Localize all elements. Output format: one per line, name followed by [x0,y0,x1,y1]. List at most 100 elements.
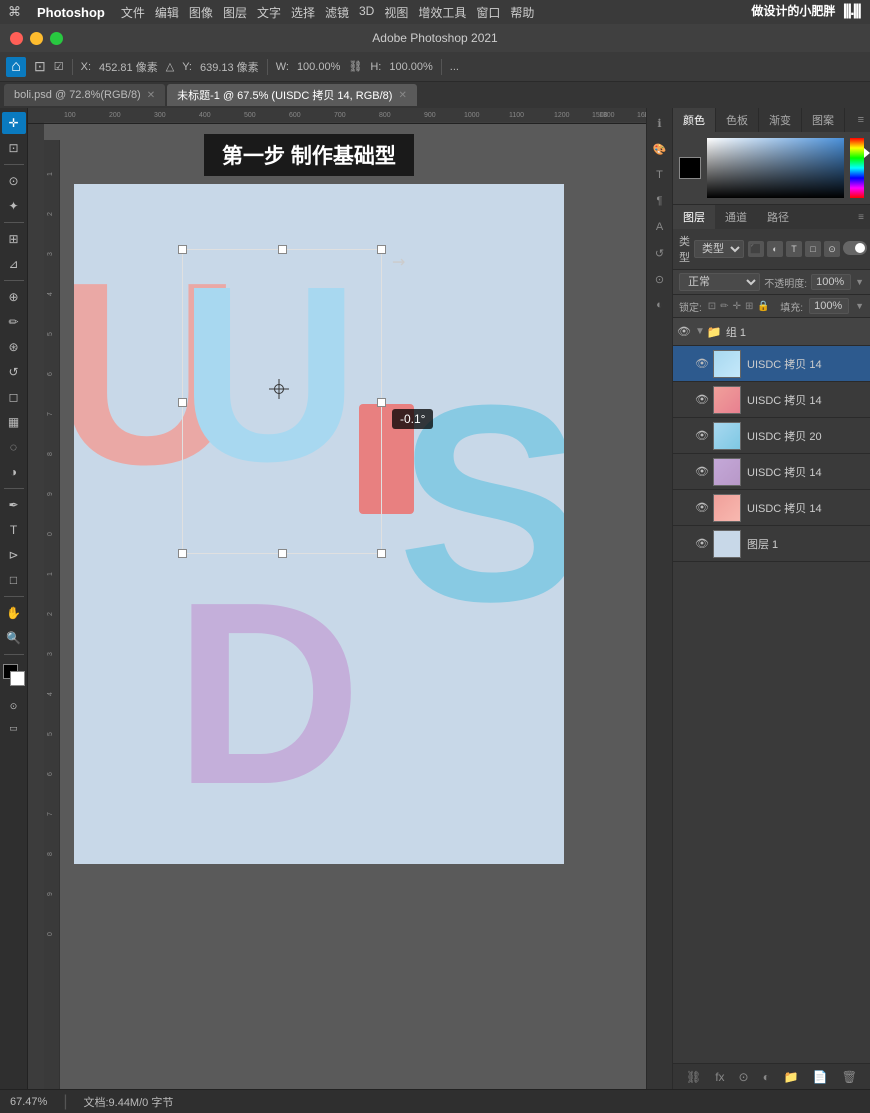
gradient-tool[interactable]: ▦ [2,411,26,433]
menu-image[interactable]: 图像 [189,4,213,21]
hand-tool[interactable]: ✋ [2,602,26,624]
blend-mode-select[interactable]: 正常 [679,273,760,291]
properties-icon[interactable]: ⊙ [649,268,671,290]
active-color-swatch[interactable] [679,157,701,179]
hue-strip[interactable] [850,138,864,198]
tab-paths[interactable]: 路径 [757,205,799,229]
menu-help[interactable]: 帮助 [510,4,534,21]
filter-toggle[interactable] [843,241,867,255]
layer-group-1[interactable]: 👁 ▼ 📁 组 1 [673,318,870,346]
menu-window[interactable]: 窗口 [476,4,500,21]
tab-untitled[interactable]: 未标题-1 @ 67.5% (UISDC 拷贝 14, RGB/8) ✕ [167,84,417,106]
history-icon[interactable]: ↺ [649,242,671,264]
eraser-tool[interactable]: ◻ [2,386,26,408]
kind-select[interactable]: 类型 [694,240,744,258]
w-value[interactable]: 100.00% [297,61,340,73]
link-layers-btn[interactable]: ⛓ [686,1070,701,1084]
tab-color[interactable]: 颜色 [673,108,716,132]
tab-untitled-close[interactable]: ✕ [398,90,406,101]
layer-4-visibility[interactable]: 👁 [695,501,709,514]
adjustments-icon[interactable]: ◐ [649,294,671,316]
menu-view[interactable]: 视图 [384,4,408,21]
layer-2-visibility[interactable]: 👁 [695,429,709,442]
tab-channels[interactable]: 通道 [715,205,757,229]
zoom-tool[interactable]: 🔍 [2,627,26,649]
tab-gradients[interactable]: 渐变 [759,108,802,132]
minimize-button[interactable] [30,32,43,45]
brush-tool[interactable]: ✏ [2,311,26,333]
document-canvas[interactable]: U S D U [74,184,564,864]
dodge-tool[interactable]: ◑ [2,461,26,483]
type-icon[interactable]: T [649,164,671,186]
eyedropper-tool[interactable]: ⊿ [2,253,26,275]
path-selection-tool[interactable]: ⊳ [2,544,26,566]
layer-5-visibility[interactable]: 👁 [695,537,709,550]
background-color[interactable] [10,671,25,686]
filter-shape-icon[interactable]: □ [805,241,821,257]
menu-layer[interactable]: 图层 [223,4,247,21]
color-gradient-box[interactable] [707,138,844,198]
magic-wand-tool[interactable]: ✦ [2,195,26,217]
filter-pixel-icon[interactable]: ⬛ [748,241,764,257]
color-settings-icon[interactable]: 🎨 [649,138,671,160]
screen-mode-btn[interactable]: ▭ [2,717,26,739]
menu-filter[interactable]: 滤镜 [325,4,349,21]
menu-edit[interactable]: 编辑 [155,4,179,21]
layer-1-visibility[interactable]: 👁 [695,393,709,406]
color-panel-menu[interactable]: ≡ [852,114,870,126]
opacity-input[interactable] [811,274,851,290]
handle-bl[interactable] [178,549,187,558]
tab-boli[interactable]: boli.psd @ 72.8%(RGB/8) ✕ [4,84,165,106]
layer-item-1[interactable]: 👁 UISDC 拷贝 14 [673,382,870,418]
lock-pixels-icon[interactable]: ✏ [720,301,728,312]
shape-tool[interactable]: □ [2,569,26,591]
lock-artboard-icon[interactable]: ⊞ [745,301,753,312]
lock-all-icon[interactable]: 🔒 [757,301,769,312]
layer-item-4[interactable]: 👁 UISDC 拷贝 14 [673,490,870,526]
lasso-tool[interactable]: ⊙ [2,170,26,192]
clone-tool[interactable]: ⊛ [2,336,26,358]
handle-mr[interactable] [377,398,386,407]
handle-bc[interactable] [278,549,287,558]
lock-transparent-icon[interactable]: ⊡ [708,301,716,312]
history-brush-tool[interactable]: ↺ [2,361,26,383]
menu-select[interactable]: 选择 [291,4,315,21]
add-mask-btn[interactable]: ⊙ [739,1070,749,1084]
filter-smart-icon[interactable]: ⊙ [824,241,840,257]
layer-item-0[interactable]: 👁 UISDC 拷贝 14 [673,346,870,382]
text-tool[interactable]: T [2,519,26,541]
expand-icon[interactable]: ▼ [695,326,705,337]
layer-0-visibility[interactable]: 👁 [695,357,709,370]
menu-3d[interactable]: 3D [359,4,374,21]
paragraph-icon[interactable]: ¶ [649,190,671,212]
handle-tl[interactable] [178,245,187,254]
filter-text-icon[interactable]: T [786,241,802,257]
layer-item-3[interactable]: 👁 UISDC 拷贝 14 [673,454,870,490]
color-swatches[interactable] [3,664,25,686]
move-tool[interactable]: ✛ [2,112,26,134]
blur-tool[interactable]: ◌ [2,436,26,458]
marquee-tool[interactable]: ⊡ [2,137,26,159]
add-style-btn[interactable]: fx [715,1070,724,1084]
layer-3-visibility[interactable]: 👁 [695,465,709,478]
delete-layer-btn[interactable]: 🗑 [842,1070,857,1084]
new-group-btn[interactable]: 📁 [784,1070,799,1084]
handle-ml[interactable] [178,398,187,407]
group-visibility-icon[interactable]: 👁 [677,325,691,338]
lock-position-icon[interactable]: ✛ [733,301,741,312]
handle-tc[interactable] [278,245,287,254]
new-layer-btn[interactable]: 📄 [813,1070,828,1084]
close-button[interactable] [10,32,23,45]
layer-item-5[interactable]: 👁 图层 1 [673,526,870,562]
info-icon[interactable]: ℹ [649,112,671,134]
handle-br[interactable] [377,549,386,558]
glyph-icon[interactable]: A [649,216,671,238]
maximize-button[interactable] [50,32,63,45]
handle-tr[interactable] [377,245,386,254]
tab-layers[interactable]: 图层 [673,205,715,229]
healing-tool[interactable]: ⊕ [2,286,26,308]
h-value[interactable]: 100.00% [389,61,432,73]
tab-swatches[interactable]: 色板 [716,108,759,132]
fill-input[interactable] [809,298,849,314]
layers-panel-menu[interactable]: ≡ [852,212,870,223]
